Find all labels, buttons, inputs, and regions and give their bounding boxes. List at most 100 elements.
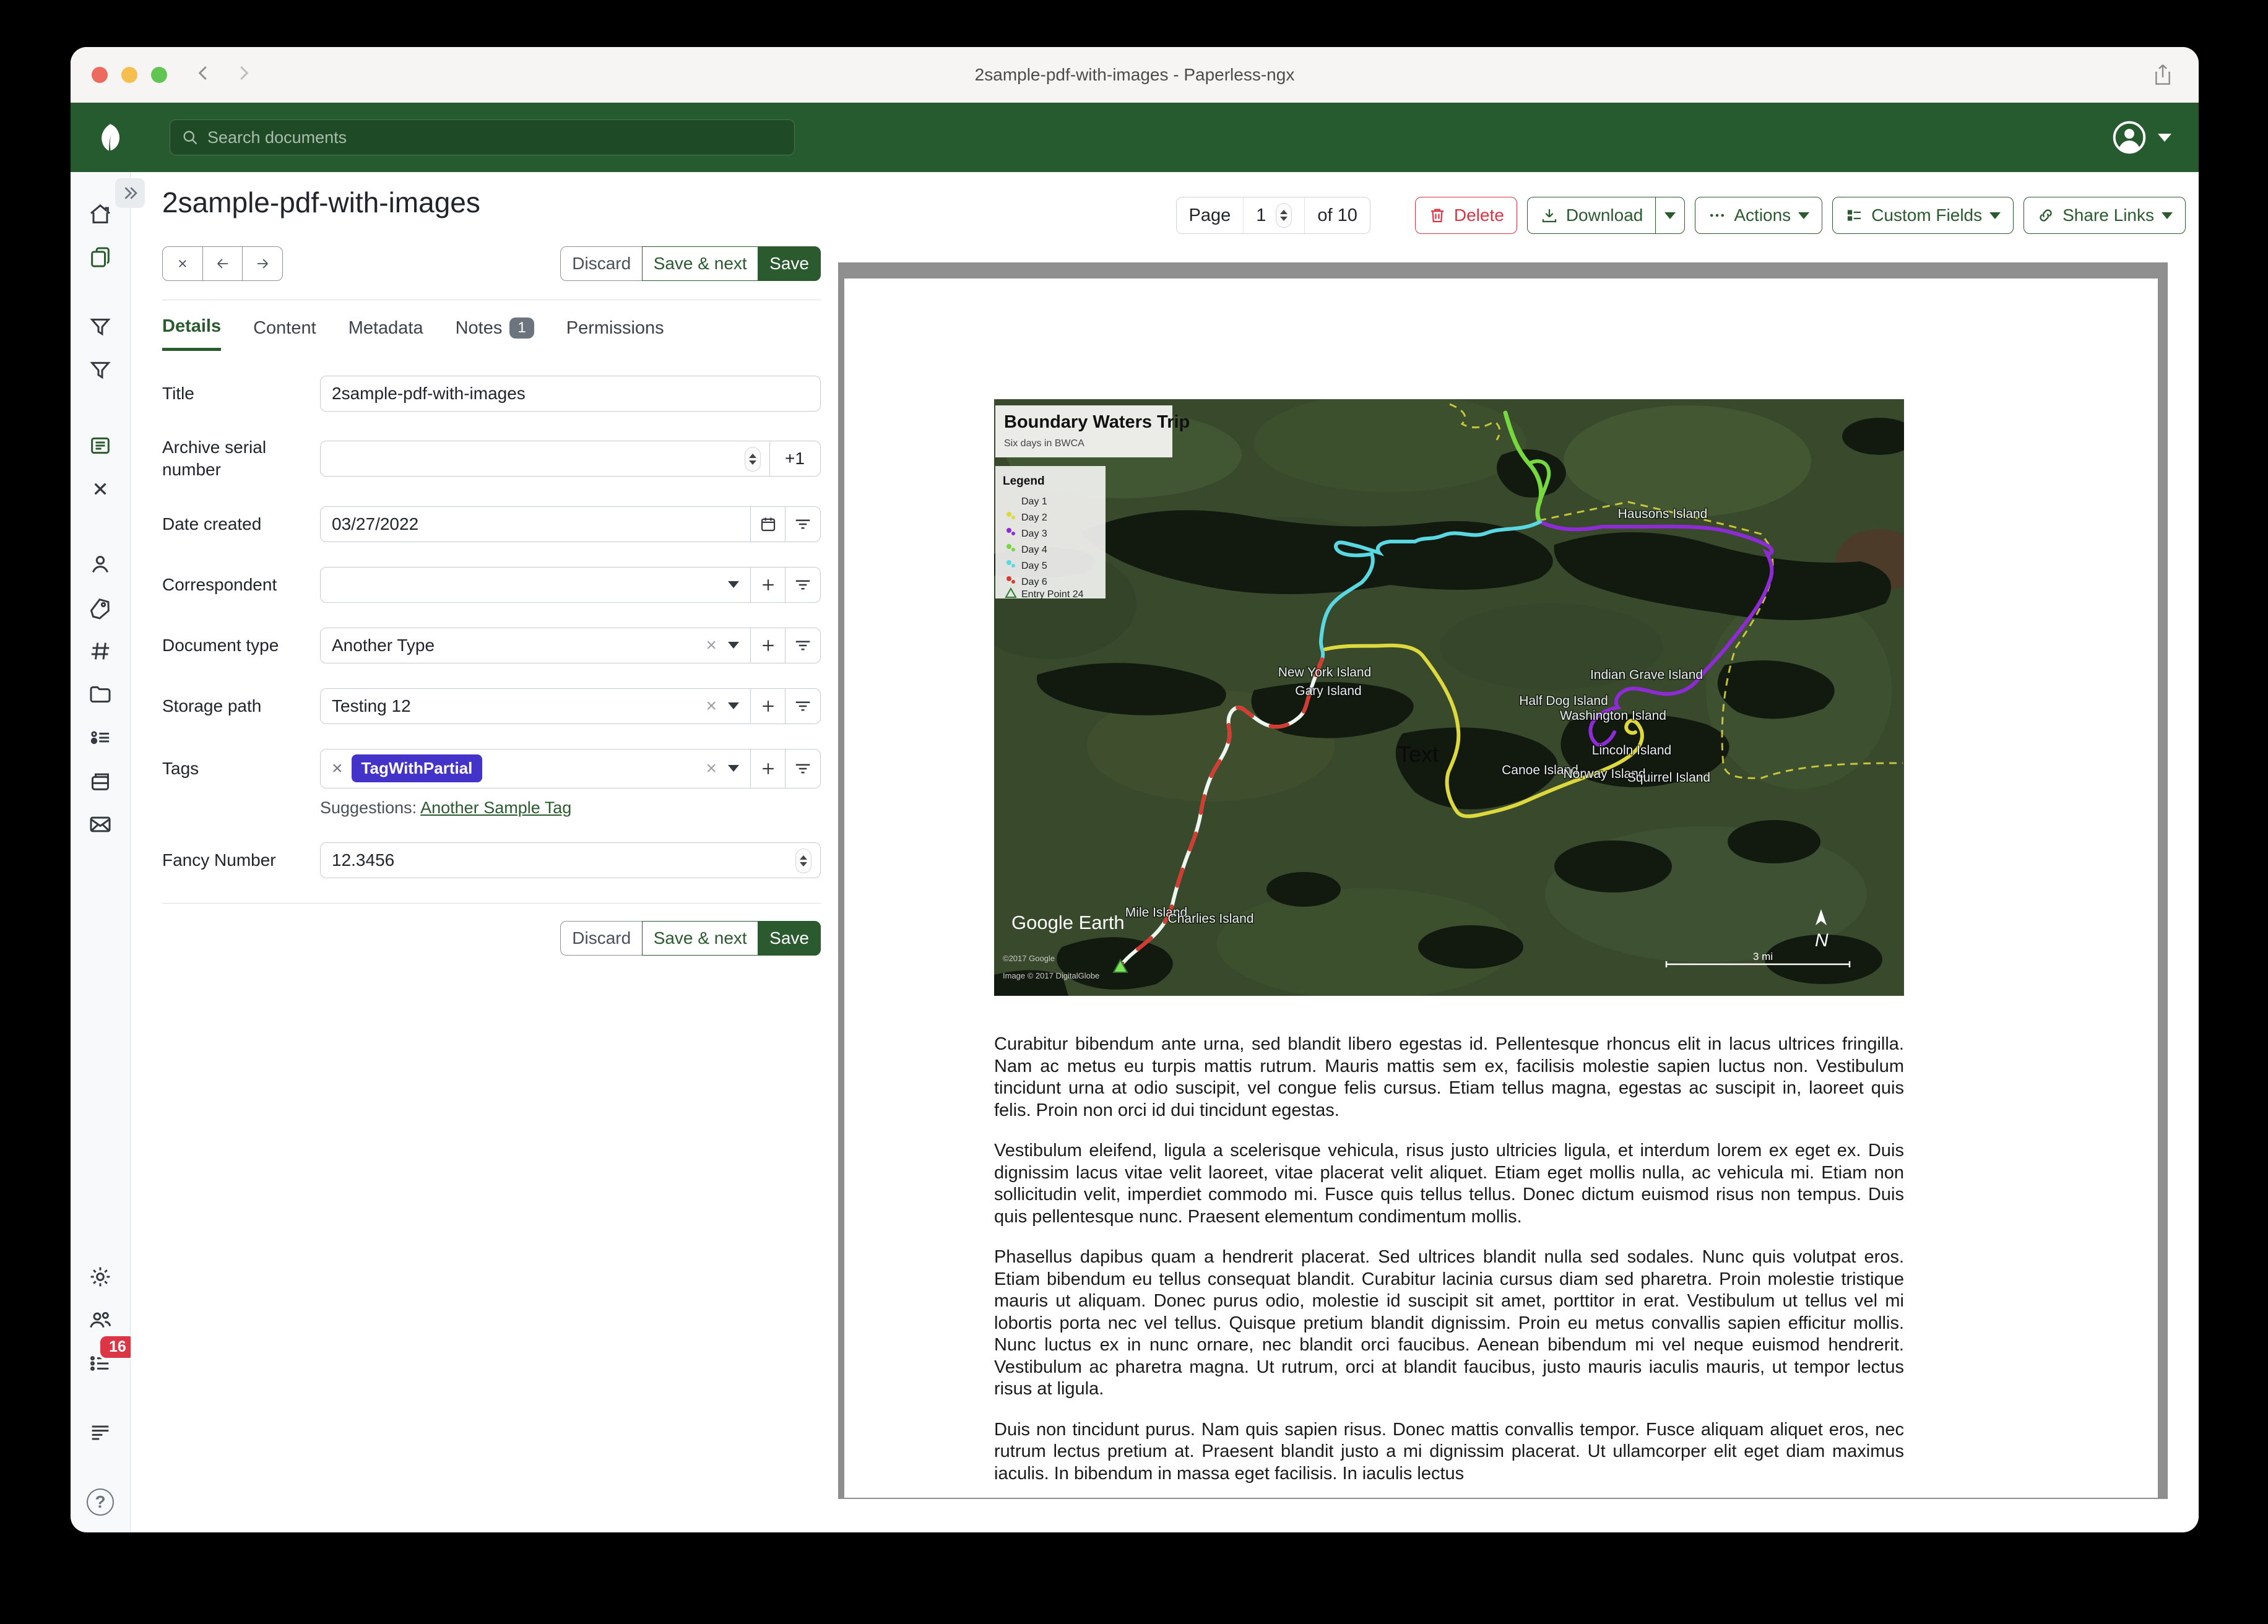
- discard-button[interactable]: Discard: [560, 246, 643, 281]
- filter-by-tag-button[interactable]: [785, 749, 821, 788]
- page-number-input[interactable]: 1: [1256, 205, 1266, 226]
- sidebar-saved-view-icon-2[interactable]: [87, 356, 114, 384]
- asn-plus-one-button[interactable]: +1: [769, 441, 821, 477]
- svg-text:©2017 Google: ©2017 Google: [1003, 954, 1055, 963]
- fancy-number-label: Fancy Number: [162, 849, 320, 871]
- calendar-icon: [759, 515, 777, 533]
- pdf-body-text: Curabitur bibendum ante urna, sed blandi…: [994, 1034, 1904, 1485]
- dropdown-caret-icon[interactable]: [728, 765, 739, 772]
- asn-stepper[interactable]: [745, 447, 761, 472]
- tab-metadata[interactable]: Metadata: [348, 316, 423, 351]
- sidebar-documents-icon[interactable]: [87, 244, 114, 271]
- fancy-number-stepper[interactable]: [795, 849, 812, 873]
- sidebar-correspondents-icon[interactable]: [87, 551, 114, 578]
- sidebar-expand-button[interactable]: [115, 178, 145, 208]
- plus-icon: [759, 576, 777, 594]
- search-input[interactable]: [207, 128, 783, 147]
- save-button[interactable]: Save: [758, 246, 821, 281]
- sidebar-close-document-icon[interactable]: [87, 475, 114, 503]
- custom-fields-dropdown-button[interactable]: Custom Fields: [1832, 197, 2014, 234]
- filter-by-document-type-button[interactable]: [785, 628, 821, 663]
- add-correspondent-button[interactable]: [750, 567, 786, 603]
- paragraph: Duis non tincidunt purus. Nam quis sapie…: [994, 1419, 1904, 1485]
- storage-path-select[interactable]: Testing 12 ×: [320, 688, 751, 724]
- tab-notes[interactable]: Notes1: [456, 316, 534, 351]
- svg-text:3 mi: 3 mi: [1753, 951, 1773, 962]
- sidebar-custom-fields-icon[interactable]: [87, 637, 114, 665]
- add-document-type-button[interactable]: [750, 628, 786, 663]
- sidebar-settings-icon[interactable]: [87, 1263, 114, 1290]
- save-and-next-button-bottom[interactable]: Save & next: [642, 921, 759, 956]
- download-options-caret[interactable]: [1655, 197, 1685, 234]
- sidebar-saved-views-icon[interactable]: [87, 767, 114, 795]
- actions-dropdown-button[interactable]: Actions: [1695, 197, 1822, 234]
- tab-details[interactable]: Details: [162, 316, 221, 351]
- date-created-input[interactable]: [332, 514, 739, 534]
- sidebar-open-document-icon[interactable]: [87, 432, 114, 459]
- svg-text:Half Dog Island: Half Dog Island: [1519, 694, 1608, 708]
- next-document-button[interactable]: [242, 246, 283, 281]
- sidebar-logs-icon[interactable]: [87, 1419, 114, 1446]
- calendar-button[interactable]: [750, 506, 786, 542]
- dropdown-caret-icon[interactable]: [728, 702, 739, 709]
- svg-text:Indian Grave Island: Indian Grave Island: [1590, 668, 1703, 682]
- search-bar[interactable]: [170, 119, 795, 155]
- filter-icon: [794, 636, 812, 655]
- clear-icon[interactable]: ×: [706, 697, 717, 715]
- sidebar-users-groups-icon[interactable]: [87, 1307, 114, 1334]
- add-tag-button[interactable]: [750, 749, 786, 788]
- tag-chip[interactable]: TagWithPartial: [352, 754, 483, 782]
- dropdown-caret-icon[interactable]: [728, 581, 739, 588]
- map-legend: Legend Day 1 Day 2 Day 3 Day 4 Day 5 Day…: [995, 466, 1106, 600]
- clear-icon[interactable]: ×: [706, 636, 717, 655]
- svg-text:Entry Point 24: Entry Point 24: [1021, 589, 1084, 600]
- sidebar-tasks-icon[interactable]: 16: [87, 1350, 114, 1377]
- sidebar-dashboard-icon[interactable]: [87, 201, 114, 228]
- user-menu-caret-icon[interactable]: [2158, 134, 2171, 142]
- filter-by-correspondent-button[interactable]: [785, 567, 821, 603]
- correspondent-select[interactable]: [320, 567, 751, 603]
- paperless-logo-icon[interactable]: [94, 121, 126, 153]
- share-links-dropdown-button[interactable]: Share Links: [2023, 197, 2186, 234]
- document-type-select[interactable]: Another Type ×: [320, 628, 751, 663]
- previous-document-button[interactable]: [202, 246, 243, 281]
- tab-permissions[interactable]: Permissions: [566, 316, 664, 351]
- document-type-label: Document type: [162, 634, 320, 657]
- page-total-label: of 10: [1305, 197, 1370, 233]
- fancy-number-input[interactable]: [332, 850, 809, 870]
- map-image: Hausons Island New York Island Gary Isla…: [994, 399, 1904, 999]
- svg-text:Day 6: Day 6: [1021, 577, 1047, 587]
- pdf-preview-frame[interactable]: Hausons Island New York Island Gary Isla…: [838, 262, 2168, 1499]
- tags-label: Tags: [162, 758, 320, 780]
- delete-button[interactable]: Delete: [1415, 197, 1517, 234]
- title-input[interactable]: [332, 384, 809, 404]
- dropdown-caret-icon[interactable]: [728, 642, 739, 649]
- share-icon[interactable]: [2153, 63, 2173, 90]
- save-button-bottom[interactable]: Save: [758, 921, 821, 956]
- page-stepper[interactable]: [1276, 203, 1292, 228]
- close-editor-button[interactable]: [162, 246, 203, 281]
- sidebar-tags-icon[interactable]: [87, 594, 114, 621]
- asn-input[interactable]: [332, 449, 758, 469]
- macos-titlebar: 2sample-pdf-with-images - Paperless-ngx: [71, 47, 2199, 103]
- sidebar-saved-view-icon[interactable]: [87, 313, 114, 340]
- filter-by-storage-path-button[interactable]: [785, 688, 821, 724]
- tab-content[interactable]: Content: [253, 316, 316, 351]
- save-and-next-button[interactable]: Save & next: [642, 246, 759, 281]
- filter-by-date-button[interactable]: [785, 506, 821, 542]
- sidebar-document-types-icon[interactable]: [87, 681, 114, 708]
- add-storage-path-button[interactable]: [750, 688, 786, 724]
- sidebar-storage-paths-icon[interactable]: [87, 724, 114, 751]
- asn-label: Archive serial number: [162, 436, 320, 482]
- download-button[interactable]: Download: [1527, 197, 1656, 234]
- sidebar-help-icon[interactable]: ?: [87, 1488, 114, 1516]
- svg-text:Washington Island: Washington Island: [1560, 709, 1666, 723]
- user-avatar-icon[interactable]: [2112, 120, 2147, 155]
- svg-text:Squirrel Island: Squirrel Island: [1627, 771, 1710, 785]
- remove-tag-icon[interactable]: ×: [332, 758, 343, 779]
- discard-button-bottom[interactable]: Discard: [560, 921, 643, 956]
- suggestion-tag-link[interactable]: Another Sample Tag: [420, 798, 571, 817]
- tags-select[interactable]: × TagWithPartial ×: [320, 749, 751, 788]
- sidebar-mail-icon[interactable]: [87, 811, 114, 838]
- clear-icon[interactable]: ×: [706, 759, 717, 778]
